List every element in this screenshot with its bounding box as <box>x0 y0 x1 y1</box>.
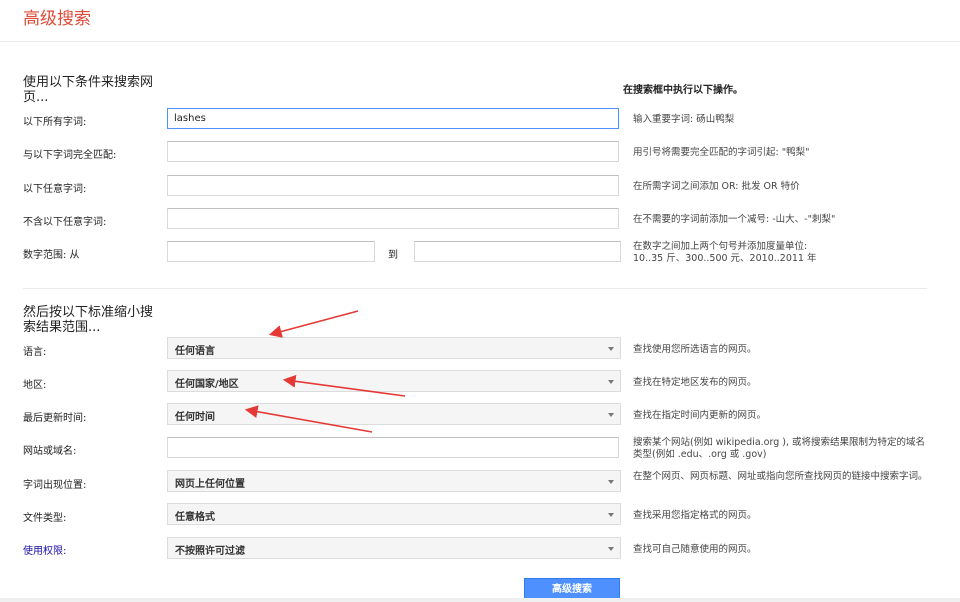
label-range-to: 到 <box>388 250 398 261</box>
hint-none-words: 在不需要的字词前添加一个减号: -山大、-"刺梨" <box>633 214 836 225</box>
chevron-down-icon <box>608 513 614 517</box>
region-select-value: 任何国家/地区 <box>175 379 239 390</box>
exact-phrase-input[interactable] <box>167 141 619 162</box>
range-to-input[interactable] <box>414 241 621 262</box>
hint-language: 查找使用您所选语言的网页。 <box>633 344 757 355</box>
hint-exact-phrase: 用引号将需要完全匹配的字词引起: "鸭梨" <box>633 147 810 158</box>
page-title: 高级搜索 <box>23 9 91 29</box>
section-title-conditions: 使用以下条件来搜索网页... <box>23 75 154 105</box>
chevron-down-icon <box>608 413 614 417</box>
region-select[interactable]: 任何国家/地区 <box>167 370 621 392</box>
label-any-words: 以下任意字词: <box>23 184 87 195</box>
hint-heading: 在搜索框中执行以下操作。 <box>623 85 743 96</box>
annotation-arrow-language <box>268 310 359 338</box>
last-update-select[interactable]: 任何时间 <box>167 403 621 425</box>
chevron-down-icon <box>608 347 614 351</box>
label-number-range: 数字范围: 从 <box>23 250 80 261</box>
any-words-input[interactable] <box>167 175 619 196</box>
hint-any-words: 在所需字词之间添加 OR: 批发 OR 特价 <box>633 181 800 192</box>
language-select[interactable]: 任何语言 <box>167 337 621 359</box>
hint-last-update: 查找在指定时间内更新的网页。 <box>633 410 767 421</box>
label-exact-phrase: 与以下字词完全匹配: <box>23 150 117 161</box>
usage-rights-link[interactable]: 使用权限: <box>23 542 66 557</box>
section-divider <box>23 288 927 289</box>
chevron-down-icon <box>608 480 614 484</box>
label-site-domain: 网站或域名: <box>23 446 77 457</box>
range-from-input[interactable] <box>167 241 375 262</box>
hint-terms-appear: 在整个网页、网页标题、网址或指向您所查找网页的链接中搜索字词。 <box>633 471 928 482</box>
hint-region: 查找在特定地区发布的网页。 <box>633 377 757 388</box>
chevron-down-icon <box>608 380 614 384</box>
hint-number-range: 在数字之间加上两个句号并添加度量单位: 10..35 斤、300..500 元、… <box>633 241 817 264</box>
hint-site-domain: 搜索某个网站(例如 wikipedia.org ), 或将搜索结果限制为特定的域… <box>633 437 926 460</box>
all-words-input[interactable] <box>167 108 619 129</box>
top-bar: 高级搜索 <box>0 0 960 42</box>
label-last-update: 最后更新时间: <box>23 413 87 424</box>
terms-appear-select[interactable]: 网页上任何位置 <box>167 470 621 492</box>
file-type-select-value: 任意格式 <box>175 512 215 523</box>
section-title-narrow: 然后按以下标准缩小搜索结果范围... <box>23 305 154 335</box>
label-all-words: 以下所有字词: <box>23 117 87 128</box>
last-update-select-value: 任何时间 <box>175 412 215 423</box>
label-terms-appear: 字词出现位置: <box>23 480 87 491</box>
none-words-input[interactable] <box>167 208 619 229</box>
file-type-select[interactable]: 任意格式 <box>167 503 621 525</box>
usage-rights-select[interactable]: 不按照许可过滤 <box>167 537 621 559</box>
terms-appear-select-value: 网页上任何位置 <box>175 479 245 490</box>
hint-file-type: 查找采用您指定格式的网页。 <box>633 510 757 521</box>
language-select-value: 任何语言 <box>175 346 215 357</box>
chevron-down-icon <box>608 547 614 551</box>
hint-usage-rights: 查找可自己随意使用的网页。 <box>633 544 757 555</box>
bottom-strip <box>0 598 960 602</box>
label-file-type: 文件类型: <box>23 513 67 524</box>
label-region: 地区: <box>23 380 47 391</box>
label-language: 语言: <box>23 347 47 358</box>
usage-rights-select-value: 不按照许可过滤 <box>175 546 245 557</box>
label-none-words: 不含以下任意字词: <box>23 217 107 228</box>
hint-all-words: 输入重要字词: 砀山鸭梨 <box>633 114 735 125</box>
site-domain-input[interactable] <box>167 437 619 458</box>
